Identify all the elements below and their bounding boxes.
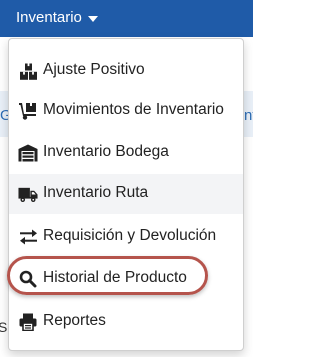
background-text-right: nt <box>244 107 253 124</box>
caret-down-icon <box>87 15 98 22</box>
menu-item-label: Ajuste Positivo <box>43 61 145 78</box>
menu-item-label: Movimientos de Inventario <box>43 101 224 118</box>
menu-item-inventario-ruta[interactable]: Inventario Ruta <box>9 174 243 214</box>
page: Inventario G nt S Ajuste Positivo <box>0 0 253 357</box>
menu-item-label: Inventario Ruta <box>43 184 149 201</box>
menu-item-historial-de-producto[interactable]: Historial de Producto <box>9 259 243 299</box>
search-icon <box>18 270 38 288</box>
menu-item-label: Inventario Bodega <box>43 143 169 160</box>
inventario-menu-label: Inventario <box>16 9 82 26</box>
background-text-bottom: S <box>0 319 8 335</box>
boxes-icon <box>18 62 38 80</box>
menu-item-inventario-bodega[interactable]: Inventario Bodega <box>9 133 243 173</box>
menu-item-ajuste-positivo[interactable]: Ajuste Positivo <box>9 51 243 91</box>
warehouse-icon <box>18 144 38 162</box>
menu-item-requisicion-y-devolucion[interactable]: Requisición y Devolución <box>9 217 243 257</box>
truck-icon <box>18 185 38 203</box>
exchange-icon <box>18 228 38 246</box>
inventario-dropdown-menu: Ajuste Positivo Movimientos de Inventari… <box>8 38 244 351</box>
top-navbar: Inventario <box>0 0 253 37</box>
menu-item-movimientos-de-inventario[interactable]: Movimientos de Inventario <box>9 91 243 131</box>
menu-item-label: Historial de Producto <box>43 269 187 286</box>
menu-item-reportes[interactable]: Reportes <box>9 302 243 342</box>
menu-item-label: Requisición y Devolución <box>43 227 217 244</box>
dolly-icon <box>18 102 38 120</box>
inventario-menu-toggle[interactable]: Inventario <box>16 9 98 27</box>
menu-item-label: Reportes <box>43 312 106 329</box>
print-icon <box>18 313 38 331</box>
